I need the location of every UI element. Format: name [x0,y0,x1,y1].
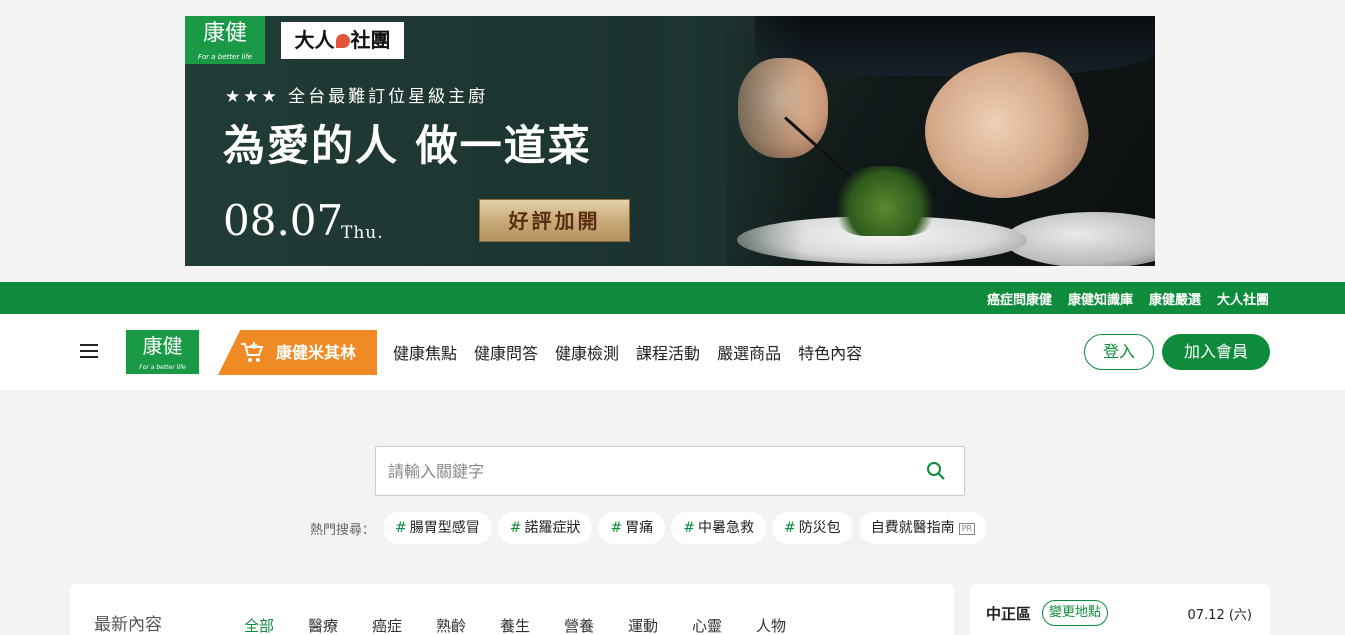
nav-item-health-focus[interactable]: 健康焦點 [393,340,457,364]
latest-content-title: 最新內容 [94,615,162,635]
sponsored-tag[interactable]: 自費就醫指南 PR [858,512,988,544]
hash-icon: # [395,520,407,536]
utility-links: 癌症問康健 康健知識庫 康健嚴選 大人社團 [987,282,1269,314]
hot-tag[interactable]: # 腸胃型感冒 [383,512,492,544]
pr-badge: PR [958,523,976,535]
join-member-button[interactable]: 加入會員 [1162,334,1270,370]
hot-tag-label: 胃痛 [625,520,654,536]
banner-partner-logo: 大人 社團 [281,22,404,59]
hot-tag[interactable]: # 胃痛 [598,512,666,544]
banner-brand-logo-text: 康健 [202,21,247,46]
tab-all[interactable]: 全部 [244,615,308,635]
site-logo[interactable]: 康健 For a better life [126,330,199,374]
category-tabs: 全部 醫療 癌症 熟齡 養生 營養 運動 心靈 人物 [244,615,820,635]
tab-nutrition[interactable]: 營養 [564,615,628,635]
nav-item-courses[interactable]: 課程活動 [636,340,700,364]
michelin-label: 康健米其林 [276,343,357,362]
utility-link-cancer-qa[interactable]: 癌症問康健 [987,289,1052,308]
latest-content-card: 最新內容 全部 醫療 癌症 熟齡 養生 營養 運動 心靈 人物 [70,584,954,635]
utility-link-community[interactable]: 大人社團 [1217,289,1269,308]
tab-cancer[interactable]: 癌症 [372,615,436,635]
hash-icon: # [783,520,796,536]
tab-exercise[interactable]: 運動 [628,615,692,635]
banner-title: 為愛的人 做一道菜 [223,121,592,170]
weather-date: 07.12 (六) [1187,608,1253,623]
hot-tag[interactable]: # 中暑急救 [671,512,766,544]
nav-item-health-test[interactable]: 健康檢測 [555,340,619,364]
hot-tag-label: 中暑急救 [697,520,754,536]
hot-tag[interactable]: # 防災包 [771,512,853,544]
hot-tag-label: 防災包 [798,520,841,536]
hot-tag-label: 腸胃型感冒 [409,520,480,536]
chef-sleeve [755,16,1155,76]
partner-logo-text-a: 大人 [294,28,335,52]
ad-banner[interactable]: 康健 For a better life 大人 社團 ★★★ 全台最難訂位星級主廚… [185,16,1155,266]
banner-weekday: Thu. [341,223,384,243]
district-name: 中正區 [986,605,1032,623]
main-navbar: 康健 For a better life 康健米其林 健康焦點 健康問答 健康檢… [0,314,1345,390]
banner-brand-logo: 康健 For a better life [185,16,265,64]
site-logo-text: 康健 [142,334,183,358]
hash-icon: # [509,520,522,536]
primary-menu: 健康焦點 健康問答 健康檢測 課程活動 嚴選商品 特色內容 [393,314,862,390]
cart-plus-icon [241,342,264,362]
sponsored-tag-label: 自費就醫指南 [870,520,955,536]
salad-dish [835,166,935,236]
hash-icon: # [610,520,623,536]
search-box [375,446,965,496]
hot-tag[interactable]: # 諾羅症狀 [497,512,593,544]
tab-medical[interactable]: 醫療 [308,615,372,635]
banner-subtitle: ★★★ 全台最難訂位星級主廚 [225,87,489,107]
utility-link-selection[interactable]: 康健嚴選 [1149,289,1201,308]
tab-wellness[interactable]: 養生 [500,615,564,635]
tab-senior[interactable]: 熟齡 [436,615,500,635]
tab-mind[interactable]: 心靈 [692,615,756,635]
utility-link-knowledge-base[interactable]: 康健知識庫 [1068,289,1133,308]
hot-tag-label: 諾羅症狀 [524,520,581,536]
banner-date: 08.07 [223,196,344,245]
nav-item-featured[interactable]: 特色內容 [798,340,862,364]
hash-icon: # [683,520,695,536]
utility-bar: 癌症問康健 康健知識庫 康健嚴選 大人社團 [0,282,1345,314]
change-location-button[interactable]: 變更地點 [1042,600,1109,626]
hot-searches-label: 熱門搜尋： [310,522,376,538]
speech-bubble-icon [335,34,350,48]
partner-logo-text-b: 社團 [350,28,391,52]
nav-item-products[interactable]: 嚴選商品 [717,340,781,364]
banner-brand-logo-tagline: For a better life [197,53,253,61]
hot-searches: 熱門搜尋： # 腸胃型感冒 # 諾羅症狀 # 胃痛 # 中暑急救 # 防災包 自費就醫指南… [310,512,988,544]
michelin-button[interactable]: 康健米其林 [218,330,377,375]
banner-fade [665,16,805,266]
hamburger-menu-icon[interactable] [80,344,98,358]
banner-cta-button[interactable]: 好評加開 [479,199,630,242]
plate-back [1005,212,1155,266]
tab-people[interactable]: 人物 [756,615,820,635]
login-button[interactable]: 登入 [1084,334,1154,370]
nav-item-health-qa[interactable]: 健康問答 [474,340,538,364]
search-icon[interactable] [926,461,946,481]
site-logo-tagline: For a better life [139,364,186,371]
search-input[interactable] [388,447,908,495]
location-card: 中正區 變更地點 07.12 (六) [970,584,1270,635]
